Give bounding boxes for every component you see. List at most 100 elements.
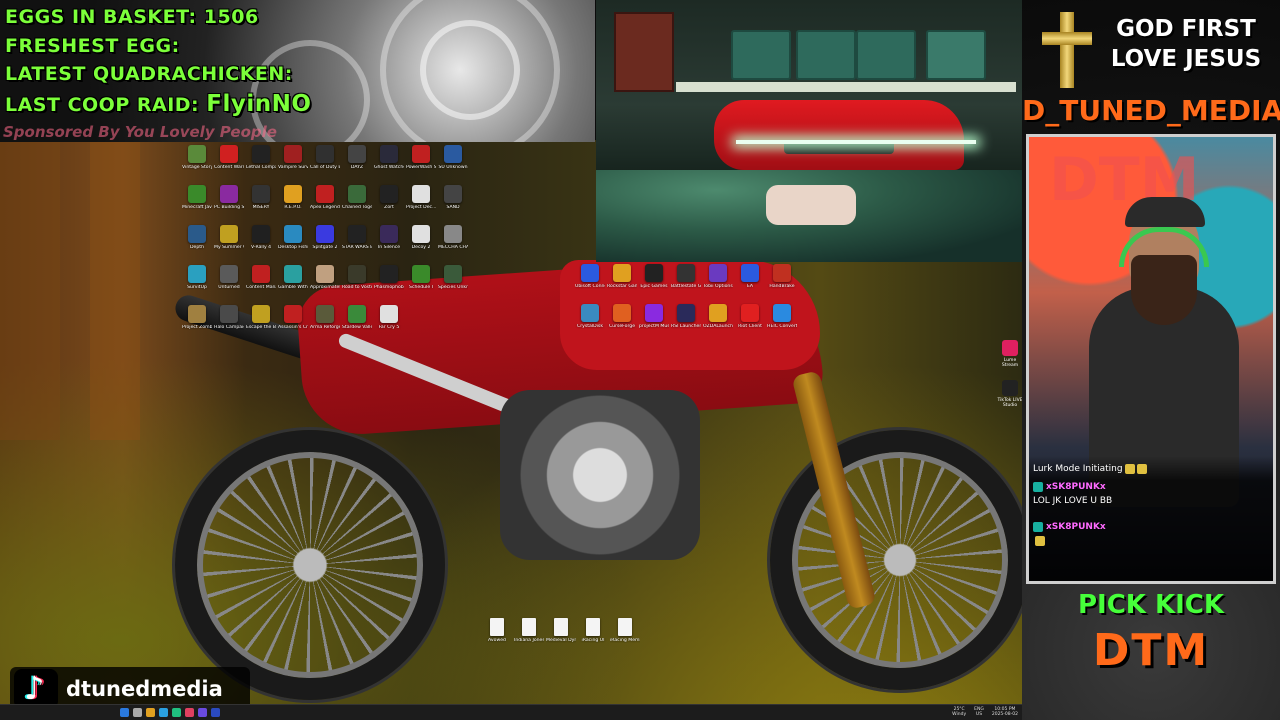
- desktop-icon[interactable]: Minecraft Java Edition: [182, 185, 212, 223]
- desktop-icon[interactable]: Splitgate 2: [310, 225, 340, 263]
- desktop-icon[interactable]: MECCHA CHAMBER: [438, 225, 468, 263]
- desktop-icon[interactable]: Content Warning: [214, 145, 244, 183]
- file-icon: [586, 618, 600, 636]
- desktop-icon[interactable]: Lethal Company: [246, 145, 276, 183]
- desktop-icon[interactable]: Riot Client: [735, 304, 765, 342]
- desktop-icon[interactable]: Chained Together: [342, 185, 372, 223]
- desktop-icon[interactable]: OZDALauncher: [703, 304, 733, 342]
- weather-widget[interactable]: 25°C Windy: [952, 707, 966, 717]
- desktop-icon[interactable]: CurseForge: [607, 304, 637, 342]
- desktop-icon-label: Phasmophobia: [374, 285, 404, 290]
- desktop-icon[interactable]: STAR WARS Battlefront: [342, 225, 372, 263]
- desktop-icon-label: Splitgate 2: [312, 245, 338, 250]
- desktop-icon[interactable]: Species Unknown: [438, 265, 468, 303]
- desktop-icon[interactable]: Ghost Watchers: [374, 145, 404, 183]
- desktop-icon[interactable]: V-Rally 4: [246, 225, 276, 263]
- app-icon: [348, 225, 366, 243]
- desktop-icon-label: CurseForge: [608, 324, 636, 329]
- desktop-icon[interactable]: Approximately Up Demo: [310, 265, 340, 303]
- desktop-icon[interactable]: Call of Duty Bla...: [310, 145, 340, 183]
- chat-user-row: xSK8PUNKx: [1033, 520, 1269, 534]
- desktop-icon[interactable]: Schedule I: [406, 265, 436, 303]
- desktop-icon[interactable]: HandBrake: [767, 264, 797, 302]
- app-icon: [380, 305, 398, 323]
- desktop-icon[interactable]: iRacing UI: [578, 618, 608, 656]
- desktop-icon-label: Chained Together: [342, 205, 372, 210]
- desktop-icon-label: Escape the Backrooms: [246, 325, 276, 330]
- desktop-icon[interactable]: Decoy 2: [406, 225, 436, 263]
- desktop-icon[interactable]: Arma Reforger: [310, 305, 340, 343]
- desktop-icon[interactable]: Escape the Backrooms: [246, 305, 276, 343]
- tiktok-live-studio-icon[interactable]: [1002, 380, 1018, 396]
- desktop-icon[interactable]: Road to Vostok: [342, 265, 372, 303]
- weather-desc: Windy: [952, 712, 967, 717]
- app-icon: [444, 145, 462, 163]
- storage-bin: [926, 30, 986, 80]
- app-icon[interactable]: [198, 708, 207, 717]
- desktop-icon[interactable]: SU Unknown: [438, 145, 468, 183]
- desktop-icon[interactable]: My Summer Car: [214, 225, 244, 263]
- desktop-icon[interactable]: Assassin's Creed: [278, 305, 308, 343]
- desktop-icon[interactable]: Stardew Valley: [342, 305, 372, 343]
- storage-bin: [731, 30, 791, 80]
- steam-icon[interactable]: [211, 708, 220, 717]
- app-icon: [645, 304, 663, 322]
- desktop-icon[interactable]: Halo Campaign: [214, 305, 244, 343]
- desktop-icon[interactable]: Gamble With Your Friends: [278, 265, 308, 303]
- desktop-icon[interactable]: R.E.P.O.: [278, 185, 308, 223]
- browser-icon[interactable]: [159, 708, 168, 717]
- desktop-icon[interactable]: iRacing Memb...: [610, 618, 640, 656]
- desktop-icon[interactable]: SAND: [438, 185, 468, 223]
- search-icon[interactable]: [133, 708, 142, 717]
- language-indicator[interactable]: ENG US: [974, 707, 984, 717]
- desktop-icon[interactable]: projectM Music: [639, 304, 669, 342]
- app-icon[interactable]: [185, 708, 194, 717]
- desktop-icon[interactable]: Indiana Jones and the Gre...: [514, 618, 544, 656]
- app-icon: [284, 265, 302, 283]
- desktop-icon[interactable]: Phasmophobia: [374, 265, 404, 303]
- desktop-icon[interactable]: Zort: [374, 185, 404, 223]
- desktop-icon[interactable]: In Silence: [374, 225, 404, 263]
- desktop-icon-label: Tobii Options: [703, 284, 733, 289]
- desktop-icon[interactable]: Content Manager: [246, 265, 276, 303]
- desktop-icon[interactable]: CrystalDisk: [575, 304, 605, 342]
- desktop-icon[interactable]: Ubisoft Connect: [575, 264, 605, 302]
- desktop-icon[interactable]: Depth: [182, 225, 212, 263]
- desktop-icon[interactable]: HEIC Converter: [767, 304, 797, 342]
- desktop-icon[interactable]: EA: [735, 264, 765, 302]
- desktop-icon[interactable]: RSI Launcher: [671, 304, 701, 342]
- app-icon: [188, 305, 206, 323]
- app-icon: [444, 185, 462, 203]
- system-tray: 25°C Windy ENG US 10:05 PM 2025-08-02: [952, 707, 1018, 717]
- file-explorer-icon[interactable]: [146, 708, 155, 717]
- latest-quadrachicken: LATEST QUADRACHICKEN:: [5, 63, 293, 85]
- desktop-icon[interactable]: Avowed: [482, 618, 512, 656]
- desktop-icon[interactable]: Rockstar Games: [607, 264, 637, 302]
- desktop-icon[interactable]: Project Zomboid: [182, 305, 212, 343]
- desktop-icon[interactable]: PowerWash Sim: [406, 145, 436, 183]
- desktop-icon-label: PC Building Simulator 2: [214, 205, 244, 210]
- desktop-icon[interactable]: Vintage Story: [182, 145, 212, 183]
- desktop-icon[interactable]: Epic Games: [639, 264, 669, 302]
- desktop-icon[interactable]: MISERY: [246, 185, 276, 223]
- desktop-icon[interactable]: Tobii Options: [703, 264, 733, 302]
- desktop-icon[interactable]: Medieval Dynasty: [546, 618, 576, 656]
- windows-start-icon[interactable]: [120, 708, 129, 717]
- desktop-icon[interactable]: DAYZ: [342, 145, 372, 183]
- desktop-icon[interactable]: Vampire Survivors: [278, 145, 308, 183]
- desktop-icon-label: OZDALauncher: [703, 324, 733, 329]
- desktop-icon[interactable]: Apex Legends: [310, 185, 340, 223]
- desktop-icon[interactable]: Project Dec...: [406, 185, 436, 223]
- desktop-icon[interactable]: Unturned: [214, 265, 244, 303]
- app-icon[interactable]: [172, 708, 181, 717]
- desktop-icon[interactable]: SurvitUp: [182, 265, 212, 303]
- desktop-icon[interactable]: Far Cry 5: [374, 305, 404, 343]
- app-icon: [188, 225, 206, 243]
- clock[interactable]: 10:05 PM 2025-08-02: [992, 707, 1018, 717]
- desktop-icon[interactable]: PC Building Simulator 2: [214, 185, 244, 223]
- taskbar: 25°C Windy ENG US 10:05 PM 2025-08-02: [0, 704, 1022, 720]
- desktop-icon[interactable]: Battlestate Games: [671, 264, 701, 302]
- lume-stream-icon[interactable]: [1002, 340, 1018, 356]
- emote-icon: [1124, 463, 1135, 474]
- desktop-icon[interactable]: Desktop Fishing: [278, 225, 308, 263]
